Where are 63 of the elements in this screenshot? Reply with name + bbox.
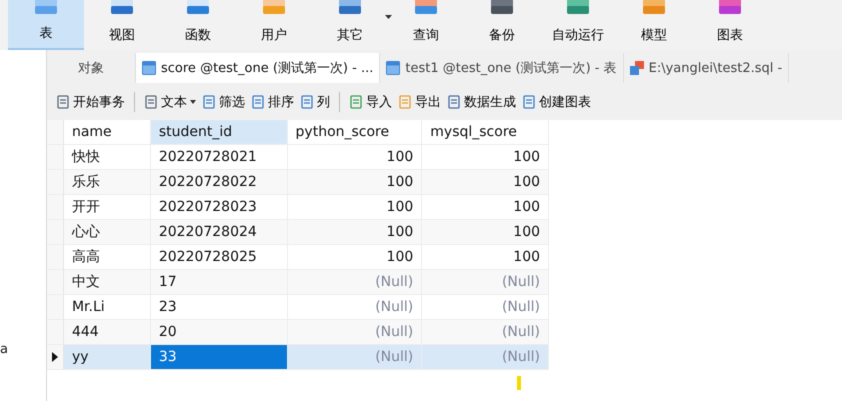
table-cell: 23 <box>150 295 288 319</box>
toolbar-button[interactable]: 数据生成 <box>444 90 519 112</box>
column-header[interactable]: python_score <box>288 120 422 144</box>
toolbar-button[interactable]: 自动运行 <box>540 0 616 50</box>
toolbar-button[interactable]: 函数 <box>160 0 236 50</box>
row-header[interactable] <box>47 345 64 369</box>
sidebar-item[interactable]: a <box>0 342 8 357</box>
table-cell: 乐乐 <box>64 170 151 194</box>
table-cell: 20220728021 <box>150 145 288 169</box>
table-cell: 33 <box>150 345 288 369</box>
table-cell: (Null) <box>288 345 422 369</box>
text-icon <box>144 94 158 108</box>
table-cell: 高高 <box>64 245 151 269</box>
table-cell: 20220728022 <box>150 170 288 194</box>
table-cell: (Null) <box>422 270 550 294</box>
toolbar-button[interactable]: 创建图表 <box>519 90 594 112</box>
table-cell: 100 <box>288 145 422 169</box>
table-cell: 100 <box>288 170 422 194</box>
toolbar-button[interactable]: 备份 <box>464 0 540 50</box>
text-cursor <box>517 376 521 390</box>
table-cell: 17 <box>150 270 288 294</box>
toolbar-button[interactable]: 表 <box>8 0 84 50</box>
table-cell: 100 <box>288 195 422 219</box>
column-header[interactable]: mysql_score <box>422 120 550 144</box>
table-cell: 100 <box>288 220 422 244</box>
toolbar-button[interactable]: 其它 <box>312 0 388 50</box>
table-cell: Mr.Li <box>64 295 151 319</box>
current-row-icon <box>52 352 58 362</box>
toolbar-button[interactable]: 筛选 <box>199 90 248 112</box>
tab[interactable]: score @test_one (测试第一次) - ... <box>136 53 380 83</box>
table-cell: 快快 <box>64 145 151 169</box>
column-header[interactable]: student_id <box>150 120 288 144</box>
table-cell: (Null) <box>422 345 550 369</box>
toolbar-button[interactable]: 图表 <box>692 0 768 50</box>
table-cell: 20220728023 <box>150 195 288 219</box>
toolbar-button[interactable]: 导入 <box>346 90 395 112</box>
table-cell: 100 <box>422 245 550 269</box>
table-cell: 100 <box>288 245 422 269</box>
table-cell: (Null) <box>422 320 550 344</box>
table-cell: (Null) <box>288 320 422 344</box>
table-cell: 100 <box>422 220 550 244</box>
table-cell: (Null) <box>288 270 422 294</box>
table-cell: 20 <box>150 320 288 344</box>
table-cell: (Null) <box>422 295 550 319</box>
table-cell: 444 <box>64 320 151 344</box>
table-cell: (Null) <box>288 295 422 319</box>
toolbar-button[interactable]: 导出 <box>395 90 444 112</box>
toolbar-button[interactable]: 用户 <box>236 0 312 50</box>
table-cell: 100 <box>422 170 550 194</box>
table-cell: 100 <box>422 145 550 169</box>
table-cell: 中文 <box>64 270 151 294</box>
table-cell: 20220728025 <box>150 245 288 269</box>
toolbar-button[interactable]: 模型 <box>616 0 692 50</box>
toolbar-button[interactable]: 查询 <box>388 0 464 50</box>
toolbar-button[interactable]: 排序 <box>248 90 297 112</box>
table-cell: 心心 <box>64 220 151 244</box>
table-cell: 100 <box>422 195 550 219</box>
toolbar-button[interactable]: 文本 <box>141 90 199 112</box>
table-cell: 开开 <box>64 195 151 219</box>
table-cell: 20220728024 <box>150 220 288 244</box>
toolbar-button[interactable]: 开始事务 <box>53 90 128 112</box>
toolbar-button[interactable]: 视图 <box>84 0 160 50</box>
toolbar-button[interactable]: 列 <box>297 90 333 112</box>
